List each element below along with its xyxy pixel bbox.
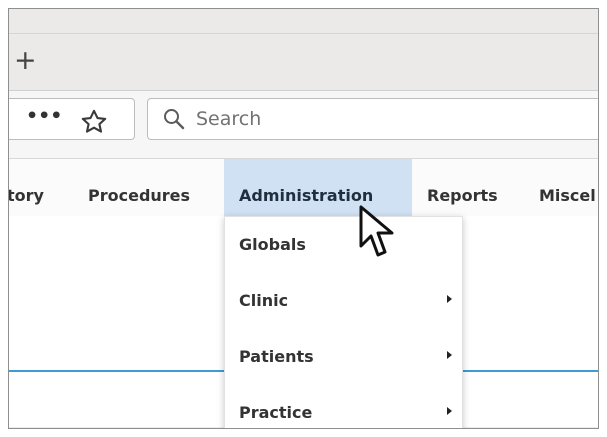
chevron-right-icon (447, 407, 452, 415)
menu-item-clinic[interactable]: Clinic (225, 273, 462, 329)
nav-item-reports[interactable]: Reports (427, 159, 498, 216)
tab-strip-divider (9, 33, 598, 34)
url-bar[interactable]: ••• (9, 98, 135, 140)
app-menu-bar: tory Procedures Administration Reports M… (9, 159, 598, 216)
nav-item-label: Reports (427, 186, 498, 205)
nav-item-label: Administration (239, 186, 374, 205)
nav-item-administration[interactable]: Administration (224, 159, 412, 216)
menu-item-label: Practice (239, 403, 313, 422)
chevron-right-icon (447, 295, 452, 303)
star-icon[interactable] (80, 108, 108, 134)
nav-item-miscellaneous[interactable]: Miscel (539, 159, 596, 216)
browser-toolbar: ••• (9, 91, 598, 159)
menu-item-label: Globals (239, 235, 306, 254)
search-box[interactable] (147, 98, 598, 140)
nav-item-label: tory (8, 186, 44, 205)
menu-item-label: Patients (239, 347, 314, 366)
menu-item-globals[interactable]: Globals (225, 217, 462, 273)
nav-item-label: Miscel (539, 186, 596, 205)
tab-strip: + (9, 9, 598, 91)
search-input[interactable] (196, 105, 556, 133)
menu-item-label: Clinic (239, 291, 289, 310)
nav-item-procedures[interactable]: Procedures (88, 159, 190, 216)
search-icon (164, 109, 185, 130)
nav-item-history[interactable]: tory (8, 159, 44, 216)
menu-item-patients[interactable]: Patients (225, 329, 462, 385)
chevron-right-icon (447, 351, 452, 359)
page-actions-button[interactable]: ••• (26, 107, 62, 126)
nav-item-label: Procedures (88, 186, 191, 205)
new-tab-button[interactable]: + (14, 47, 37, 74)
administration-dropdown: Globals Clinic Patients Practice (224, 216, 463, 428)
browser-window: + ••• tory Procedures Administration (8, 8, 599, 429)
menu-item-practice[interactable]: Practice (225, 385, 462, 428)
